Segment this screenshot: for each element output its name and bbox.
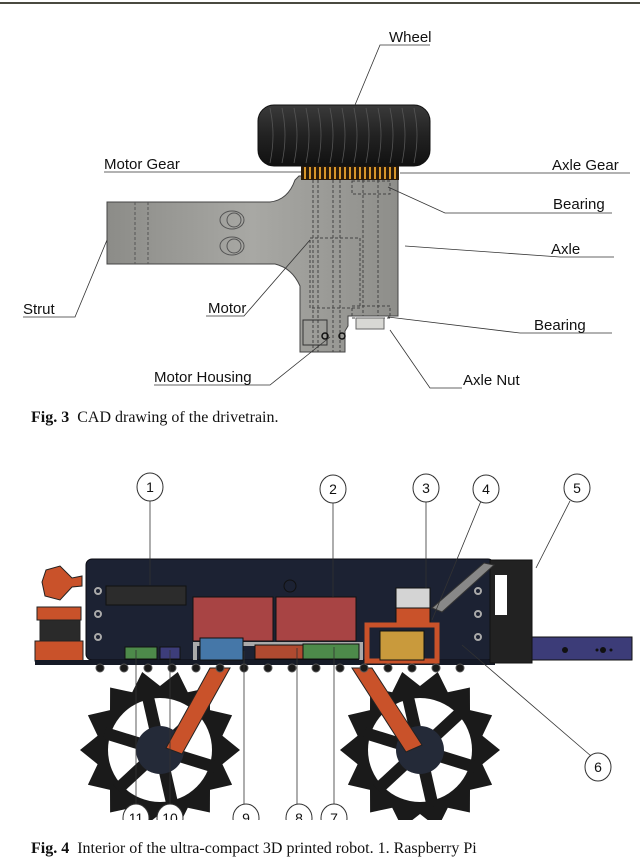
callout-5-label: 5 bbox=[573, 480, 581, 496]
mount-hole bbox=[407, 663, 417, 673]
component-9-board bbox=[199, 637, 244, 661]
gear-tooth bbox=[389, 167, 391, 179]
callout-2-label: 2 bbox=[329, 481, 337, 497]
component-11-board bbox=[124, 646, 158, 660]
callout-6: 6 bbox=[584, 752, 612, 782]
gear-tooth bbox=[359, 167, 361, 179]
gear-tooth bbox=[309, 167, 311, 179]
mount-hole bbox=[311, 663, 321, 673]
gear-tooth bbox=[379, 167, 381, 179]
sprocket-wheels bbox=[80, 667, 500, 820]
component-1-raspberry-pi bbox=[105, 585, 187, 606]
gear-tooth bbox=[319, 167, 321, 179]
mount-hole bbox=[143, 663, 153, 673]
gear-tooth bbox=[354, 167, 356, 179]
callout-9-label: 9 bbox=[242, 810, 250, 820]
label-axle-gear: Axle Gear bbox=[552, 157, 619, 174]
gear-tooth bbox=[344, 167, 346, 179]
component-6-gold-box bbox=[379, 630, 425, 661]
figure-4-robot-interior: 1 2 3 4 5 6 7 8 9 10 11 bbox=[34, 472, 633, 820]
figure-3-caption: Fig. 3 CAD drawing of the drivetrain. bbox=[31, 409, 279, 427]
mount-hole bbox=[94, 610, 102, 618]
mount-hole bbox=[359, 663, 369, 673]
callout-11-label: 11 bbox=[129, 810, 144, 820]
callout-9: 9 bbox=[232, 803, 260, 820]
mount-hole bbox=[167, 663, 177, 673]
callout-4: 4 bbox=[472, 474, 500, 504]
mount-hole bbox=[287, 663, 297, 673]
label-bearing-bottom: Bearing bbox=[534, 317, 586, 334]
sprocket-wheel bbox=[80, 672, 240, 820]
component-2-battery-left bbox=[192, 596, 274, 642]
gear-tooth bbox=[314, 167, 316, 179]
gear-tooth bbox=[324, 167, 326, 179]
callout-8-label: 8 bbox=[295, 810, 303, 820]
mount-hole bbox=[215, 663, 225, 673]
component-2-battery-right bbox=[275, 596, 357, 642]
mount-hole bbox=[474, 610, 482, 618]
gear-tooth bbox=[394, 167, 396, 179]
gear-tooth bbox=[329, 167, 331, 179]
gear-tooth bbox=[304, 167, 306, 179]
label-motor: Motor bbox=[208, 300, 246, 317]
callout-8: 8 bbox=[285, 803, 313, 820]
figure-4-caption-text: Interior of the ultra-compact 3D printed… bbox=[77, 840, 477, 857]
component-8-board bbox=[254, 644, 304, 660]
mount-hole bbox=[95, 663, 105, 673]
label-axle-nut: Axle Nut bbox=[463, 372, 521, 389]
gear-tooth bbox=[349, 167, 351, 179]
callout-3-label: 3 bbox=[422, 480, 430, 496]
mount-hole bbox=[474, 587, 482, 595]
callout-1: 1 bbox=[136, 472, 164, 502]
callout-7: 7 bbox=[320, 803, 348, 820]
mount-hole bbox=[431, 663, 441, 673]
callout-4-label: 4 bbox=[482, 481, 490, 497]
label-motor-housing: Motor Housing bbox=[154, 369, 252, 386]
gear-strip bbox=[301, 166, 399, 180]
mount-hole bbox=[119, 663, 129, 673]
gear-tooth bbox=[339, 167, 341, 179]
component-7-board bbox=[302, 643, 360, 660]
mount-hole bbox=[94, 587, 102, 595]
label-motor-gear: Motor Gear bbox=[104, 156, 180, 173]
callout-6-label: 6 bbox=[594, 759, 602, 775]
callout-10-label: 10 bbox=[162, 810, 178, 820]
gear-tooth bbox=[334, 167, 336, 179]
mount-hole bbox=[94, 633, 102, 641]
wheel-tire bbox=[257, 104, 431, 167]
mount-hole bbox=[335, 663, 345, 673]
label-wheel: Wheel bbox=[389, 29, 432, 46]
gear-tooth bbox=[369, 167, 371, 179]
mount-hole bbox=[191, 663, 201, 673]
label-bearing-top: Bearing bbox=[553, 196, 605, 213]
mount-hole bbox=[474, 633, 482, 641]
figure-4-caption-label: Fig. 4 bbox=[31, 840, 70, 857]
figure-4-caption: Fig. 4 Interior of the ultra-compact 3D p… bbox=[31, 840, 477, 858]
mount-hole bbox=[263, 663, 273, 673]
gear-tooth bbox=[384, 167, 386, 179]
rear-arm bbox=[531, 636, 633, 661]
mount-hole bbox=[455, 663, 465, 673]
callout-1-label: 1 bbox=[146, 479, 154, 495]
callout-2: 2 bbox=[319, 474, 347, 504]
gear-tooth bbox=[374, 167, 376, 179]
callout-5: 5 bbox=[563, 473, 591, 503]
callout-7-label: 7 bbox=[330, 810, 338, 820]
axle-nut bbox=[355, 317, 385, 330]
mount-hole bbox=[383, 663, 393, 673]
figure-3-caption-text: CAD drawing of the drivetrain. bbox=[77, 409, 279, 426]
component-3-white-box bbox=[395, 587, 431, 609]
label-axle: Axle bbox=[551, 241, 580, 258]
callout-3: 3 bbox=[412, 473, 440, 503]
figure-3-caption-label: Fig. 3 bbox=[31, 409, 70, 426]
drivetrain-body bbox=[106, 175, 399, 353]
label-strut: Strut bbox=[23, 301, 56, 318]
gear-tooth bbox=[364, 167, 366, 179]
figure-3-drivetrain-drawing: Wheel Motor Gear Axle Gear Bearing Axle … bbox=[23, 29, 630, 389]
front-sensor-stack bbox=[34, 565, 84, 662]
